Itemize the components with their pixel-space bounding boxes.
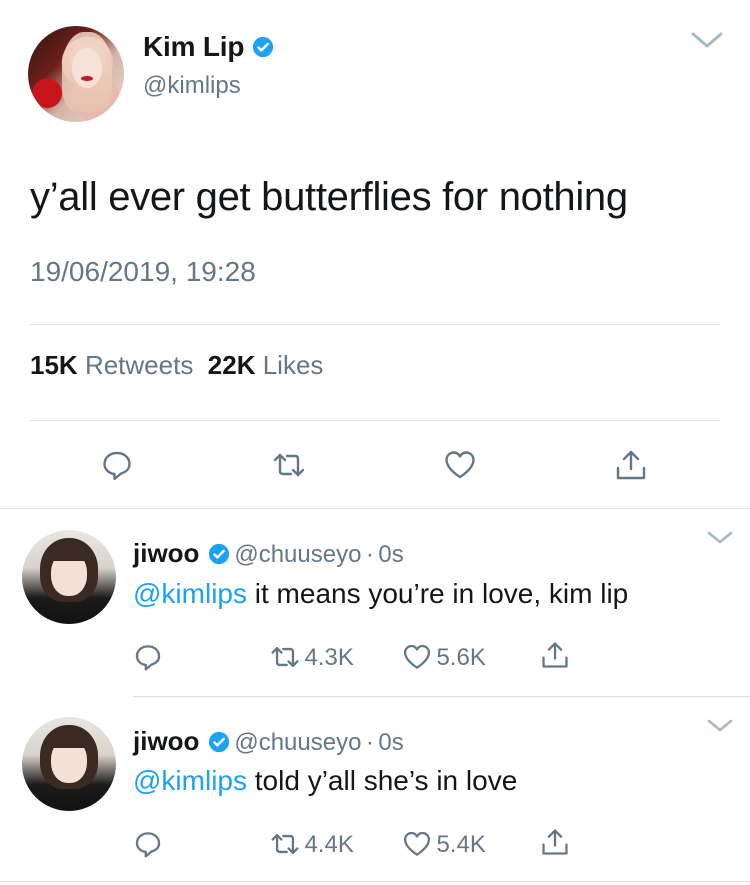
- reply-time[interactable]: 0s: [378, 541, 403, 568]
- mention-link[interactable]: @kimlips: [133, 765, 247, 796]
- reply-time[interactable]: 0s: [378, 729, 403, 756]
- reply-icon[interactable]: [133, 829, 163, 859]
- chevron-down-icon[interactable]: [706, 530, 734, 546]
- tweet-text: y’all ever get butterflies for nothing: [30, 175, 628, 219]
- reply-text: @kimlips it means you’re in love, kim li…: [133, 578, 628, 610]
- verified-icon: [208, 731, 229, 753]
- retweets-label[interactable]: Retweets: [85, 350, 193, 380]
- chevron-down-icon[interactable]: [706, 718, 734, 734]
- retweet-action[interactable]: 4.4K: [270, 829, 354, 859]
- reply-body: it means you’re in love, kim lip: [246, 578, 629, 609]
- reply-author-handle[interactable]: @chuuseyo: [234, 541, 361, 568]
- reply-icon[interactable]: [100, 448, 134, 482]
- likes-count[interactable]: 22K: [208, 350, 256, 380]
- meta-separator: ·: [365, 729, 374, 756]
- reply-header: jiwoo @chuuseyo · 0s: [133, 726, 404, 757]
- like-count: 5.4K: [436, 831, 486, 858]
- reply-avatar[interactable]: [22, 717, 116, 811]
- author-avatar[interactable]: [28, 26, 124, 122]
- reply-author-name[interactable]: jiwoo: [133, 726, 199, 756]
- author-name-row[interactable]: Kim Lip: [143, 31, 274, 63]
- reply-text: @kimlips told y’all she’s in love: [133, 765, 517, 797]
- divider: [30, 420, 720, 421]
- tweet-timestamp[interactable]: 19/06/2019, 19:28: [30, 256, 256, 288]
- retweet-count: 4.4K: [304, 831, 354, 858]
- meta-separator: ·: [365, 541, 374, 568]
- divider: [0, 508, 750, 509]
- like-action[interactable]: 5.4K: [402, 829, 486, 859]
- reply-author-name[interactable]: jiwoo: [133, 538, 199, 568]
- mention-link[interactable]: @kimlips: [133, 578, 247, 609]
- retweets-count[interactable]: 15K: [30, 350, 78, 380]
- retweet-icon[interactable]: [272, 448, 306, 482]
- retweet-icon[interactable]: [270, 642, 300, 672]
- like-icon[interactable]: [402, 642, 432, 672]
- author-name[interactable]: Kim Lip: [143, 31, 244, 62]
- verified-icon: [208, 543, 229, 565]
- divider: [133, 696, 750, 697]
- chevron-down-icon[interactable]: [690, 30, 724, 50]
- retweet-action[interactable]: 4.3K: [270, 642, 354, 672]
- reply-body: told y’all she’s in love: [246, 765, 518, 796]
- tweet-stats: 15K Retweets 22K Likes: [30, 350, 323, 381]
- divider: [30, 324, 720, 325]
- verified-icon: [253, 36, 274, 58]
- retweet-icon[interactable]: [270, 829, 300, 859]
- retweet-count: 4.3K: [304, 644, 354, 671]
- like-icon[interactable]: [443, 448, 477, 482]
- reply-icon[interactable]: [133, 642, 163, 672]
- reply-avatar[interactable]: [22, 530, 116, 624]
- share-icon[interactable]: [614, 448, 648, 482]
- like-action[interactable]: 5.6K: [402, 642, 486, 672]
- reply-author-handle[interactable]: @chuuseyo: [234, 729, 361, 756]
- author-handle[interactable]: @kimlips: [143, 72, 241, 100]
- likes-label[interactable]: Likes: [263, 350, 324, 380]
- share-icon[interactable]: [540, 640, 570, 670]
- like-count: 5.6K: [436, 644, 486, 671]
- share-icon[interactable]: [540, 827, 570, 857]
- like-icon[interactable]: [402, 829, 432, 859]
- reply-header: jiwoo @chuuseyo · 0s: [133, 538, 404, 569]
- divider: [0, 881, 750, 882]
